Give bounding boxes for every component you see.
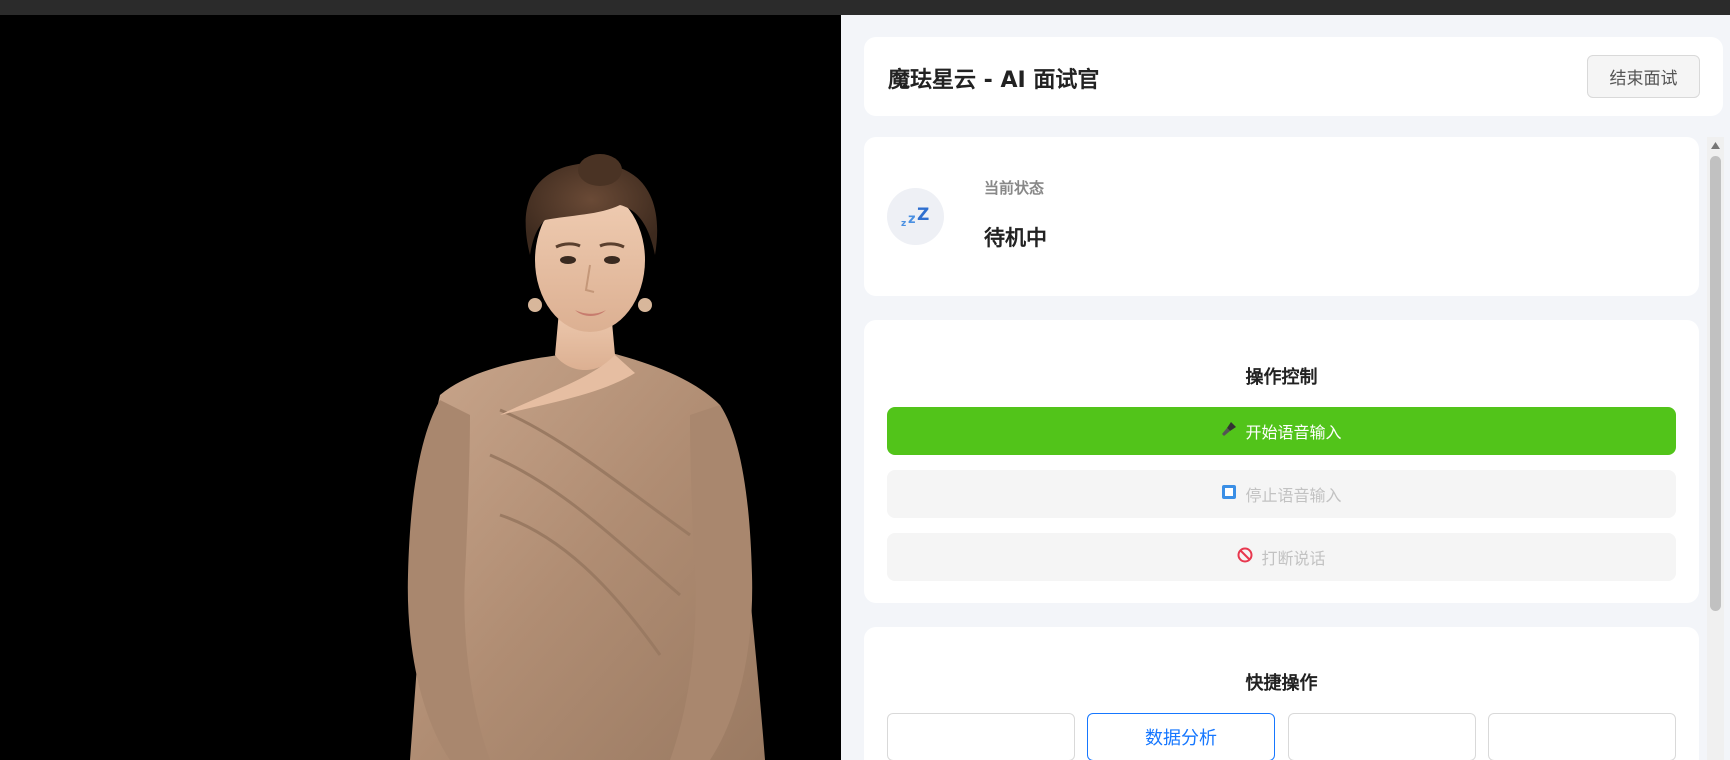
page-title: 魔珐星云 - AI 面试官 (888, 68, 1100, 93)
digital-human-stage (0, 15, 841, 760)
interrupt-label: 打断说话 (1261, 549, 1326, 568)
quick-action-button[interactable] (1288, 713, 1476, 760)
header-card: 魔珐星云 - AI 面试官 结束面试 (864, 37, 1723, 116)
svg-text:z: z (901, 219, 906, 229)
vertical-scrollbar[interactable] (1707, 137, 1724, 760)
avatar-image (407, 154, 765, 760)
svg-text:z: z (908, 212, 916, 227)
control-title: 操作控制 (1245, 367, 1318, 388)
stop-voice-label: 停止语音输入 (1245, 486, 1342, 505)
control-card: 操作控制 开始语音输入 停止语音输入 打断说话 (864, 320, 1699, 603)
control-scroll-area[interactable]: z z Z 当前状态 待机中 操作控制 开始语音输入 停止语音输入 打断说话 快… (841, 137, 1730, 760)
prohibited-icon (1237, 547, 1253, 567)
window-top-bar (0, 0, 1730, 15)
stop-square-icon (1221, 484, 1237, 504)
start-voice-button[interactable]: 开始语音输入 (887, 407, 1676, 455)
status-card: z z Z 当前状态 待机中 (864, 137, 1699, 296)
quick-action-button[interactable] (1488, 713, 1676, 760)
end-interview-button[interactable]: 结束面试 (1587, 55, 1700, 98)
sleeping-zzz-icon: z z Z (887, 188, 944, 245)
status-label: 当前状态 (984, 179, 1045, 197)
quick-actions-title: 快捷操作 (1245, 673, 1318, 694)
svg-text:Z: Z (917, 205, 929, 225)
microphone-icon (1221, 421, 1237, 441)
start-voice-label: 开始语音输入 (1245, 423, 1342, 442)
interrupt-button[interactable]: 打断说话 (887, 533, 1676, 581)
status-value: 待机中 (984, 226, 1047, 250)
quick-action-button[interactable] (887, 713, 1075, 760)
stop-voice-button[interactable]: 停止语音输入 (887, 470, 1676, 518)
scrollbar-thumb[interactable] (1710, 156, 1721, 611)
scroll-up-arrow-icon[interactable] (1707, 137, 1724, 154)
quick-action-data-analysis[interactable]: 数据分析 (1087, 713, 1275, 760)
interview-panel: 魔珐星云 - AI 面试官 结束面试 z z Z 当前状态 待机中 操作控制 开… (841, 15, 1730, 760)
quick-actions-card: 快捷操作 数据分析 (864, 627, 1699, 760)
